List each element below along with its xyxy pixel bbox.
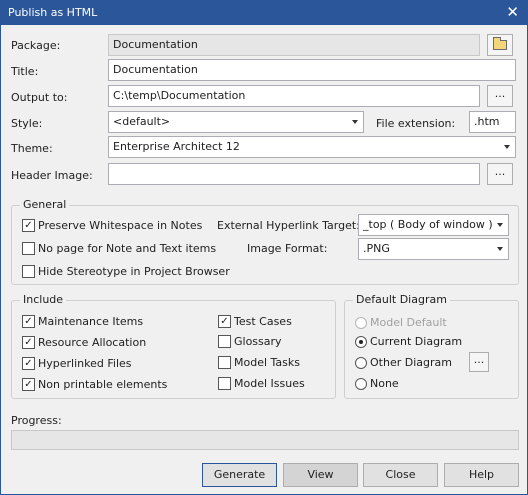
select-package-button[interactable] (487, 34, 513, 56)
progress-bar (11, 430, 519, 450)
checkbox-box (22, 265, 35, 278)
radio-circle (355, 316, 367, 329)
model-tasks-label: Model Tasks (234, 356, 300, 369)
close-icon[interactable]: ✕ (506, 3, 519, 21)
checkbox-box: ✓ (22, 357, 35, 370)
hyperlink-target-select[interactable]: _top ( Body of window ) (358, 214, 509, 236)
view-button[interactable]: View (283, 463, 358, 487)
output-label: Output to: (11, 91, 68, 104)
radio-circle (355, 377, 367, 390)
other-diagram-radio[interactable]: Other Diagram (355, 356, 452, 369)
glossary-checkbox[interactable]: Glossary (218, 335, 282, 348)
radio-dot (359, 339, 363, 344)
hyperlink-target-value: _top ( Body of window ) (363, 218, 493, 231)
model-default-label: Model Default (370, 316, 447, 329)
test-cases-checkbox[interactable]: ✓ Test Cases (218, 315, 292, 328)
generate-button[interactable]: Generate (202, 463, 277, 487)
maintenance-items-checkbox[interactable]: ✓ Maintenance Items (22, 315, 143, 328)
resource-allocation-checkbox[interactable]: ✓ Resource Allocation (22, 336, 146, 349)
resource-allocation-label: Resource Allocation (38, 336, 147, 349)
file-extension-input[interactable]: .htm (469, 111, 516, 133)
checkbox-box: ✓ (22, 315, 35, 328)
non-printable-checkbox[interactable]: ✓ Non printable elements (22, 378, 167, 391)
include-group: Include ✓ Maintenance Items ✓ Resource A… (11, 293, 336, 399)
none-radio[interactable]: None (355, 377, 399, 390)
theme-select-value: Enterprise Architect 12 (113, 140, 240, 153)
hide-stereotype-checkbox[interactable]: Hide Stereotype in Project Browser (22, 265, 230, 278)
output-path-input[interactable]: C:\temp\Documentation (108, 85, 480, 107)
file-extension-label: File extension: (376, 117, 456, 130)
theme-label: Theme: (11, 142, 53, 155)
window-title: Publish as HTML (8, 6, 98, 19)
title-input[interactable]: Documentation (108, 59, 516, 81)
checkbox-box (22, 242, 35, 255)
hyperlinked-files-checkbox[interactable]: ✓ Hyperlinked Files (22, 357, 132, 370)
general-legend: General (20, 198, 70, 211)
default-diagram-group: Default Diagram Model Default Current Di… (344, 293, 519, 399)
checkbox-box: ✓ (22, 336, 35, 349)
hide-stereotype-label: Hide Stereotype in Project Browser (38, 265, 230, 278)
image-format-value: .PNG (363, 242, 390, 255)
checkbox-box (218, 377, 231, 390)
preserve-whitespace-checkbox[interactable]: ✓ Preserve Whitespace in Notes (22, 219, 202, 232)
general-group: General ✓ Preserve Whitespace in Notes N… (11, 198, 519, 285)
theme-select[interactable]: Enterprise Architect 12 (108, 136, 516, 158)
checkbox-box: ✓ (22, 378, 35, 391)
package-label: Package: (11, 39, 61, 52)
no-page-notes-checkbox[interactable]: No page for Note and Text items (22, 242, 216, 255)
progress-label: Progress: (11, 414, 62, 427)
other-diagram-label: Other Diagram (370, 356, 452, 369)
test-cases-label: Test Cases (234, 315, 292, 328)
dropdown-arrow-icon (497, 247, 503, 251)
dropdown-arrow-icon (352, 120, 358, 124)
ext-hyperlink-label: External Hyperlink Target: (217, 219, 360, 232)
model-tasks-checkbox[interactable]: Model Tasks (218, 356, 300, 369)
preserve-whitespace-label: Preserve Whitespace in Notes (38, 219, 203, 232)
folder-icon (493, 37, 507, 50)
checkbox-box: ✓ (218, 315, 231, 328)
publish-html-dialog: Publish as HTML ✕ Package: Documentation… (0, 0, 528, 495)
non-printable-label: Non printable elements (38, 378, 168, 391)
none-label: None (370, 377, 399, 390)
model-issues-checkbox[interactable]: Model Issues (218, 377, 305, 390)
radio-circle (355, 356, 367, 369)
title-label: Title: (11, 65, 39, 78)
default-diagram-legend: Default Diagram (353, 293, 450, 306)
current-diagram-label: Current Diagram (370, 335, 463, 348)
close-button[interactable]: Close (363, 463, 438, 487)
model-default-radio[interactable]: Model Default (355, 316, 447, 329)
image-format-label: Image Format: (247, 242, 328, 255)
radio-circle (355, 335, 367, 348)
header-image-input[interactable] (108, 163, 480, 185)
dropdown-arrow-icon (497, 223, 503, 227)
model-issues-label: Model Issues (234, 377, 305, 390)
browse-header-image-button[interactable]: ... (487, 163, 513, 185)
glossary-label: Glossary (234, 335, 282, 348)
hyperlinked-files-label: Hyperlinked Files (38, 357, 132, 370)
checkbox-box: ✓ (22, 219, 35, 232)
browse-output-button[interactable]: ... (487, 85, 513, 107)
title-bar: Publish as HTML ✕ (1, 1, 527, 25)
checkbox-box (218, 356, 231, 369)
package-field: Documentation (108, 34, 480, 56)
help-button[interactable]: Help (444, 463, 519, 487)
style-select-value: <default> (113, 115, 171, 128)
no-page-notes-label: No page for Note and Text items (38, 242, 217, 255)
current-diagram-radio[interactable]: Current Diagram (355, 335, 462, 348)
maintenance-items-label: Maintenance Items (38, 315, 144, 328)
dropdown-arrow-icon (504, 145, 510, 149)
image-format-select[interactable]: .PNG (358, 238, 509, 260)
header-image-label: Header Image: (11, 169, 93, 182)
style-label: Style: (11, 117, 43, 130)
checkbox-box (218, 335, 231, 348)
style-select[interactable]: <default> (108, 111, 364, 133)
include-legend: Include (20, 293, 67, 306)
browse-other-diagram-button[interactable]: ... (469, 352, 489, 372)
